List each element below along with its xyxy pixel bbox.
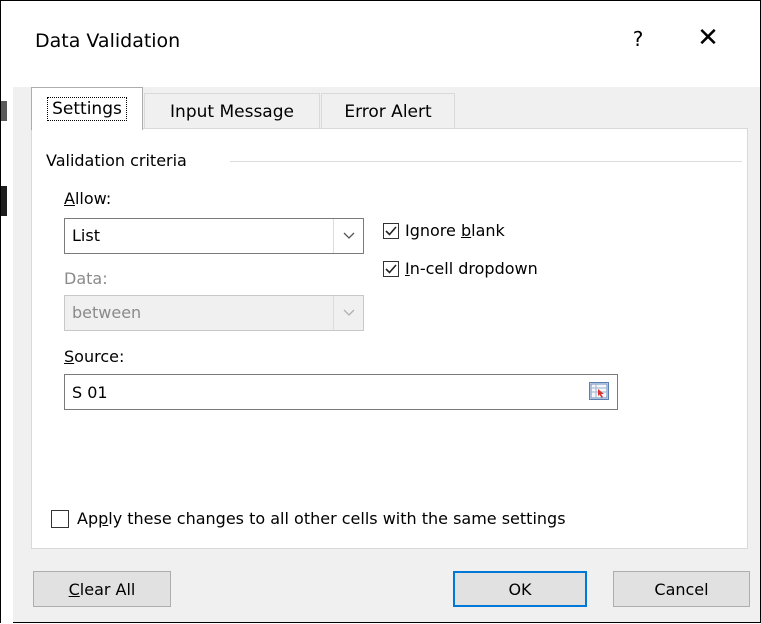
dialog-title: Data Validation xyxy=(35,30,181,52)
clear-all-label: Clear All xyxy=(68,579,136,599)
validation-criteria-label: Validation criteria xyxy=(46,151,187,170)
background-mark xyxy=(1,186,7,216)
ok-label: OK xyxy=(508,579,532,599)
help-button[interactable]: ? xyxy=(625,27,651,51)
in-cell-dropdown-label: In-cell dropdown xyxy=(405,259,538,278)
tab-error-alert[interactable]: Error Alert xyxy=(321,93,455,129)
background-mark xyxy=(1,101,7,121)
apply-all-checkbox[interactable]: Apply these changes to all other cells w… xyxy=(51,509,566,528)
group-divider xyxy=(230,161,742,162)
background-sheet-edge xyxy=(1,1,13,624)
tab-settings-label: Settings xyxy=(47,97,127,121)
cancel-button[interactable]: Cancel xyxy=(613,571,750,607)
chevron-down-icon[interactable] xyxy=(333,219,363,253)
source-label: Source: xyxy=(64,347,125,366)
data-value: between xyxy=(72,303,142,322)
in-cell-dropdown-checkbox[interactable]: In-cell dropdown xyxy=(383,259,538,278)
settings-panel: Validation criteria Allow: List Data: be… xyxy=(31,128,748,549)
apply-all-label: Apply these changes to all other cells w… xyxy=(77,509,566,528)
title-bar: Data Validation ? ✕ xyxy=(13,1,760,87)
source-value: S 01 xyxy=(72,383,108,402)
checkbox-icon[interactable] xyxy=(383,222,399,239)
data-dropdown[interactable]: between xyxy=(64,295,364,331)
ignore-blank-checkbox[interactable]: Ignore blank xyxy=(383,221,505,240)
range-select-icon[interactable] xyxy=(589,382,609,400)
data-label: Data: xyxy=(64,269,108,288)
checkbox-icon[interactable] xyxy=(51,509,69,528)
source-input[interactable]: S 01 xyxy=(64,374,618,410)
allow-label: Allow: xyxy=(64,189,112,208)
tab-input-message-label: Input Message xyxy=(170,101,294,122)
ok-button[interactable]: OK xyxy=(453,571,587,607)
tab-error-alert-label: Error Alert xyxy=(344,101,432,122)
checkbox-icon[interactable] xyxy=(383,260,399,277)
dialog-window: Data Validation ? ✕ Settings Input Messa… xyxy=(0,0,761,624)
allow-value: List xyxy=(72,226,100,245)
clear-all-button[interactable]: Clear All xyxy=(33,571,171,607)
tab-input-message[interactable]: Input Message xyxy=(144,93,320,129)
tab-settings[interactable]: Settings xyxy=(31,87,143,130)
chevron-down-icon[interactable] xyxy=(333,296,363,330)
cancel-label: Cancel xyxy=(654,579,709,599)
allow-dropdown[interactable]: List xyxy=(64,218,364,254)
close-button[interactable]: ✕ xyxy=(693,23,723,53)
ignore-blank-label: Ignore blank xyxy=(405,221,505,240)
